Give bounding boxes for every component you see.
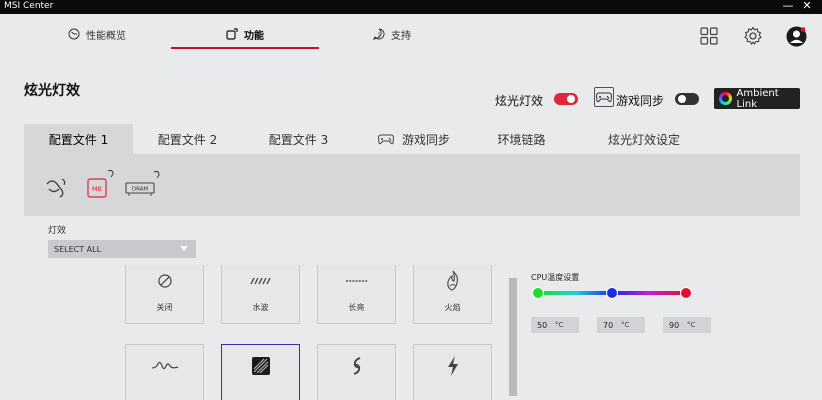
temp-input-high[interactable]: 90 °C bbox=[663, 317, 711, 333]
ambient-ring-icon bbox=[719, 92, 732, 105]
ambient-link-label: Ambient Link bbox=[736, 87, 779, 110]
mystic-light-label: 炫光灯效 bbox=[495, 94, 544, 108]
cpu-temp-title: CPU温度设置 bbox=[531, 273, 580, 282]
tab-features-label: 功能 bbox=[244, 30, 264, 42]
tab-profile-2[interactable]: 配置文件 2 bbox=[133, 124, 242, 154]
effect-tile-rainbow[interactable] bbox=[221, 344, 300, 400]
tab-mystic-settings-label: 炫光灯效设定 bbox=[607, 132, 680, 147]
temp-unit: °C bbox=[687, 321, 696, 329]
avatar[interactable] bbox=[786, 26, 807, 47]
gauge-icon bbox=[68, 28, 80, 40]
help-icon: ! bbox=[373, 28, 385, 40]
top-nav: 性能概览 功能 ! 支持 bbox=[0, 14, 822, 66]
device-select-value: SELECT ALL bbox=[54, 244, 102, 254]
temp-unit: °C bbox=[621, 321, 630, 329]
wave-icon bbox=[249, 277, 271, 285]
tab-ambient-link[interactable]: 环境链路 bbox=[479, 124, 564, 154]
effect-tile-lightning[interactable] bbox=[413, 344, 492, 400]
mystic-light-toggle[interactable] bbox=[554, 93, 578, 105]
temp-handle-mid[interactable] bbox=[606, 287, 618, 299]
tab-ambient-link-label: 环境链路 bbox=[497, 132, 546, 147]
avatar-icon bbox=[786, 26, 807, 47]
dram-label: DRAM bbox=[132, 187, 149, 193]
device-select[interactable]: SELECT ALL bbox=[48, 240, 196, 258]
page-title: 炫光灯效 bbox=[24, 83, 80, 99]
grid-icon bbox=[700, 27, 718, 45]
gamepad-icon bbox=[377, 134, 394, 145]
game-sync-toggle[interactable] bbox=[675, 93, 699, 105]
temp-handle-low[interactable] bbox=[532, 287, 544, 299]
tab-profile-3[interactable]: 配置文件 3 bbox=[244, 124, 353, 154]
effect-tile-wave[interactable]: 水波 bbox=[221, 265, 300, 324]
device-dram[interactable]: DRAM bbox=[124, 168, 164, 202]
temp-value: 70 bbox=[603, 320, 614, 330]
tab-profile-1[interactable]: 配置文件 1 bbox=[24, 124, 133, 154]
tab-game-sync[interactable]: 游戏同步 bbox=[364, 124, 464, 154]
effect-tile-breathing[interactable] bbox=[125, 344, 204, 400]
link-device-icon bbox=[46, 178, 66, 198]
toggle-knob bbox=[678, 95, 686, 103]
tab-profile-3-label: 配置文件 3 bbox=[268, 132, 329, 147]
temp-input-low[interactable]: 50 °C bbox=[531, 317, 579, 333]
effect-tile-off[interactable]: 关闭 bbox=[125, 265, 204, 324]
tab-profile-1-label: 配置文件 1 bbox=[48, 132, 109, 147]
tab-support[interactable]: ! 支持 bbox=[373, 24, 411, 44]
tab-game-sync-label: 游戏同步 bbox=[401, 132, 450, 147]
device-panel: MB DRAM bbox=[24, 154, 800, 216]
temp-handle-high[interactable] bbox=[680, 287, 692, 299]
effect-tile-cycle[interactable] bbox=[317, 344, 396, 400]
toggle-knob bbox=[567, 95, 575, 103]
active-tab-indicator bbox=[171, 47, 319, 49]
effect-grid: 关闭 水波 长亮 火焰 bbox=[120, 265, 500, 400]
profile-tabs: 配置文件 1 配置文件 2 配置文件 3 游戏同步 环境链路 炫光灯效设定 bbox=[24, 124, 800, 154]
effect-tile-label: 火焰 bbox=[444, 303, 461, 312]
gamepad-icon bbox=[596, 92, 612, 103]
grid-button[interactable] bbox=[699, 26, 719, 46]
svg-text:!: ! bbox=[378, 32, 380, 39]
dram-icon: DRAM bbox=[125, 170, 160, 196]
device-link[interactable] bbox=[44, 176, 68, 200]
gear-icon bbox=[744, 26, 762, 45]
tab-performance[interactable]: 性能概览 bbox=[68, 24, 126, 44]
temp-value: 90 bbox=[669, 320, 680, 330]
close-button[interactable]: ✕ bbox=[797, 0, 817, 13]
temp-value: 50 bbox=[537, 320, 548, 330]
steady-icon bbox=[345, 280, 368, 282]
lightning-icon bbox=[447, 356, 458, 376]
tab-mystic-settings[interactable]: 炫光灯效设定 bbox=[579, 124, 709, 154]
game-sync-label: 游戏同步 bbox=[616, 94, 665, 108]
effect-label: 灯效 bbox=[48, 226, 67, 236]
tab-features[interactable]: 功能 bbox=[226, 24, 264, 44]
tab-support-label: 支持 bbox=[391, 30, 411, 42]
motherboard-label: MB bbox=[92, 185, 102, 193]
title-bar: MSI Center — ✕ bbox=[0, 0, 822, 14]
rainbow-icon bbox=[251, 357, 270, 375]
effect-tile-label: 关闭 bbox=[156, 303, 173, 312]
effect-tile-label: 长亮 bbox=[348, 303, 365, 312]
settings-button[interactable] bbox=[743, 26, 763, 46]
cycle-icon bbox=[353, 357, 360, 375]
flame-icon bbox=[446, 270, 458, 291]
device-motherboard[interactable]: MB bbox=[86, 168, 118, 202]
breathing-icon bbox=[151, 361, 178, 370]
effect-tile-steady[interactable]: 长亮 bbox=[317, 265, 396, 324]
minimize-button[interactable]: — bbox=[778, 0, 798, 13]
ambient-link-button[interactable]: Ambient Link bbox=[714, 87, 800, 110]
temp-input-mid[interactable]: 70 °C bbox=[597, 317, 645, 333]
tab-performance-label: 性能概览 bbox=[86, 30, 126, 42]
effect-tile-label: 水波 bbox=[252, 303, 269, 312]
chevron-down-icon bbox=[180, 246, 188, 251]
off-icon bbox=[157, 274, 172, 288]
motherboard-icon: MB bbox=[87, 169, 114, 198]
effect-scrollbar[interactable] bbox=[509, 278, 517, 396]
effect-tile-flame[interactable]: 火焰 bbox=[413, 265, 492, 324]
temp-unit: °C bbox=[555, 321, 564, 329]
app-title: MSI Center bbox=[4, 1, 54, 11]
feature-icon bbox=[226, 28, 238, 40]
game-sync-badge bbox=[594, 87, 614, 107]
tab-profile-2-label: 配置文件 2 bbox=[157, 132, 218, 147]
